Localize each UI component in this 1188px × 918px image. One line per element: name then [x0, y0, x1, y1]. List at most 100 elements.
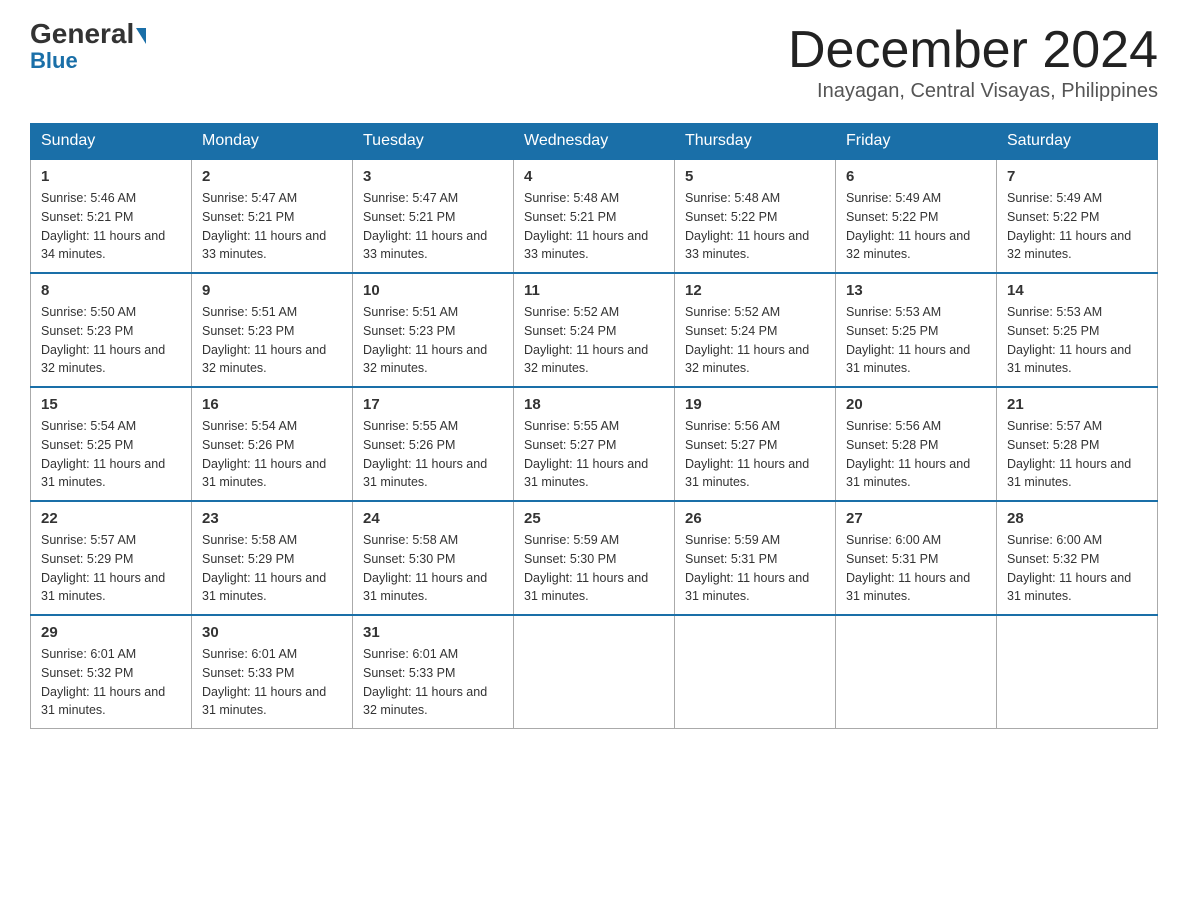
calendar-cell: 30 Sunrise: 6:01 AMSunset: 5:33 PMDaylig… — [192, 615, 353, 729]
calendar-cell — [514, 615, 675, 729]
day-info: Sunrise: 5:56 AMSunset: 5:28 PMDaylight:… — [846, 419, 970, 489]
day-number: 6 — [846, 168, 986, 185]
calendar-cell — [836, 615, 997, 729]
day-number: 17 — [363, 396, 503, 413]
day-number: 13 — [846, 282, 986, 299]
day-info: Sunrise: 6:00 AMSunset: 5:31 PMDaylight:… — [846, 533, 970, 603]
title-area: December 2024 Inayagan, Central Visayas,… — [788, 20, 1158, 103]
day-number: 10 — [363, 282, 503, 299]
week-row-4: 22 Sunrise: 5:57 AMSunset: 5:29 PMDaylig… — [31, 501, 1158, 615]
month-title: December 2024 — [788, 20, 1158, 80]
day-number: 14 — [1007, 282, 1147, 299]
logo-triangle-icon — [136, 28, 146, 44]
day-info: Sunrise: 5:54 AMSunset: 5:25 PMDaylight:… — [41, 419, 165, 489]
calendar-cell: 8 Sunrise: 5:50 AMSunset: 5:23 PMDayligh… — [31, 273, 192, 387]
day-number: 25 — [524, 510, 664, 527]
calendar-cell: 13 Sunrise: 5:53 AMSunset: 5:25 PMDaylig… — [836, 273, 997, 387]
day-info: Sunrise: 5:48 AMSunset: 5:21 PMDaylight:… — [524, 191, 648, 261]
day-info: Sunrise: 5:54 AMSunset: 5:26 PMDaylight:… — [202, 419, 326, 489]
week-row-3: 15 Sunrise: 5:54 AMSunset: 5:25 PMDaylig… — [31, 387, 1158, 501]
calendar-cell: 6 Sunrise: 5:49 AMSunset: 5:22 PMDayligh… — [836, 159, 997, 273]
calendar-cell: 4 Sunrise: 5:48 AMSunset: 5:21 PMDayligh… — [514, 159, 675, 273]
day-info: Sunrise: 5:53 AMSunset: 5:25 PMDaylight:… — [846, 305, 970, 375]
day-number: 31 — [363, 624, 503, 641]
day-header-thursday: Thursday — [675, 124, 836, 160]
day-number: 7 — [1007, 168, 1147, 185]
day-info: Sunrise: 5:51 AMSunset: 5:23 PMDaylight:… — [363, 305, 487, 375]
day-info: Sunrise: 5:55 AMSunset: 5:26 PMDaylight:… — [363, 419, 487, 489]
calendar-cell: 27 Sunrise: 6:00 AMSunset: 5:31 PMDaylig… — [836, 501, 997, 615]
calendar-header-row: SundayMondayTuesdayWednesdayThursdayFrid… — [31, 124, 1158, 160]
day-info: Sunrise: 6:00 AMSunset: 5:32 PMDaylight:… — [1007, 533, 1131, 603]
day-number: 4 — [524, 168, 664, 185]
day-number: 29 — [41, 624, 181, 641]
day-number: 30 — [202, 624, 342, 641]
day-info: Sunrise: 5:57 AMSunset: 5:28 PMDaylight:… — [1007, 419, 1131, 489]
calendar-cell — [997, 615, 1158, 729]
day-number: 19 — [685, 396, 825, 413]
day-number: 16 — [202, 396, 342, 413]
calendar-cell: 21 Sunrise: 5:57 AMSunset: 5:28 PMDaylig… — [997, 387, 1158, 501]
day-info: Sunrise: 5:49 AMSunset: 5:22 PMDaylight:… — [846, 191, 970, 261]
location-title: Inayagan, Central Visayas, Philippines — [788, 80, 1158, 103]
day-number: 11 — [524, 282, 664, 299]
day-info: Sunrise: 5:52 AMSunset: 5:24 PMDaylight:… — [524, 305, 648, 375]
day-info: Sunrise: 5:58 AMSunset: 5:30 PMDaylight:… — [363, 533, 487, 603]
calendar-table: SundayMondayTuesdayWednesdayThursdayFrid… — [30, 123, 1158, 729]
calendar-cell: 28 Sunrise: 6:00 AMSunset: 5:32 PMDaylig… — [997, 501, 1158, 615]
day-info: Sunrise: 5:59 AMSunset: 5:30 PMDaylight:… — [524, 533, 648, 603]
logo-blue: Blue — [30, 48, 78, 74]
day-info: Sunrise: 5:50 AMSunset: 5:23 PMDaylight:… — [41, 305, 165, 375]
day-header-monday: Monday — [192, 124, 353, 160]
week-row-2: 8 Sunrise: 5:50 AMSunset: 5:23 PMDayligh… — [31, 273, 1158, 387]
calendar-cell: 19 Sunrise: 5:56 AMSunset: 5:27 PMDaylig… — [675, 387, 836, 501]
day-header-wednesday: Wednesday — [514, 124, 675, 160]
logo: General Blue — [30, 20, 146, 74]
day-info: Sunrise: 5:47 AMSunset: 5:21 PMDaylight:… — [202, 191, 326, 261]
calendar-cell: 24 Sunrise: 5:58 AMSunset: 5:30 PMDaylig… — [353, 501, 514, 615]
day-number: 27 — [846, 510, 986, 527]
day-info: Sunrise: 5:53 AMSunset: 5:25 PMDaylight:… — [1007, 305, 1131, 375]
calendar-cell: 16 Sunrise: 5:54 AMSunset: 5:26 PMDaylig… — [192, 387, 353, 501]
day-number: 5 — [685, 168, 825, 185]
week-row-5: 29 Sunrise: 6:01 AMSunset: 5:32 PMDaylig… — [31, 615, 1158, 729]
calendar-cell: 22 Sunrise: 5:57 AMSunset: 5:29 PMDaylig… — [31, 501, 192, 615]
day-info: Sunrise: 6:01 AMSunset: 5:33 PMDaylight:… — [202, 647, 326, 717]
calendar-cell: 5 Sunrise: 5:48 AMSunset: 5:22 PMDayligh… — [675, 159, 836, 273]
day-info: Sunrise: 6:01 AMSunset: 5:33 PMDaylight:… — [363, 647, 487, 717]
day-number: 21 — [1007, 396, 1147, 413]
calendar-cell: 12 Sunrise: 5:52 AMSunset: 5:24 PMDaylig… — [675, 273, 836, 387]
calendar-cell: 25 Sunrise: 5:59 AMSunset: 5:30 PMDaylig… — [514, 501, 675, 615]
day-number: 3 — [363, 168, 503, 185]
calendar-cell: 2 Sunrise: 5:47 AMSunset: 5:21 PMDayligh… — [192, 159, 353, 273]
calendar-cell: 15 Sunrise: 5:54 AMSunset: 5:25 PMDaylig… — [31, 387, 192, 501]
calendar-cell: 17 Sunrise: 5:55 AMSunset: 5:26 PMDaylig… — [353, 387, 514, 501]
day-number: 26 — [685, 510, 825, 527]
day-header-tuesday: Tuesday — [353, 124, 514, 160]
day-number: 2 — [202, 168, 342, 185]
day-info: Sunrise: 5:46 AMSunset: 5:21 PMDaylight:… — [41, 191, 165, 261]
day-info: Sunrise: 5:48 AMSunset: 5:22 PMDaylight:… — [685, 191, 809, 261]
day-info: Sunrise: 5:51 AMSunset: 5:23 PMDaylight:… — [202, 305, 326, 375]
calendar-cell: 10 Sunrise: 5:51 AMSunset: 5:23 PMDaylig… — [353, 273, 514, 387]
calendar-cell — [675, 615, 836, 729]
day-number: 28 — [1007, 510, 1147, 527]
header: General Blue December 2024 Inayagan, Cen… — [30, 20, 1158, 103]
day-number: 22 — [41, 510, 181, 527]
week-row-1: 1 Sunrise: 5:46 AMSunset: 5:21 PMDayligh… — [31, 159, 1158, 273]
day-number: 8 — [41, 282, 181, 299]
day-number: 12 — [685, 282, 825, 299]
calendar-cell: 7 Sunrise: 5:49 AMSunset: 5:22 PMDayligh… — [997, 159, 1158, 273]
day-info: Sunrise: 5:59 AMSunset: 5:31 PMDaylight:… — [685, 533, 809, 603]
day-info: Sunrise: 6:01 AMSunset: 5:32 PMDaylight:… — [41, 647, 165, 717]
day-info: Sunrise: 5:57 AMSunset: 5:29 PMDaylight:… — [41, 533, 165, 603]
day-number: 1 — [41, 168, 181, 185]
calendar-cell: 26 Sunrise: 5:59 AMSunset: 5:31 PMDaylig… — [675, 501, 836, 615]
day-info: Sunrise: 5:58 AMSunset: 5:29 PMDaylight:… — [202, 533, 326, 603]
calendar-cell: 31 Sunrise: 6:01 AMSunset: 5:33 PMDaylig… — [353, 615, 514, 729]
day-number: 9 — [202, 282, 342, 299]
day-info: Sunrise: 5:55 AMSunset: 5:27 PMDaylight:… — [524, 419, 648, 489]
day-number: 15 — [41, 396, 181, 413]
day-number: 20 — [846, 396, 986, 413]
calendar-cell: 18 Sunrise: 5:55 AMSunset: 5:27 PMDaylig… — [514, 387, 675, 501]
